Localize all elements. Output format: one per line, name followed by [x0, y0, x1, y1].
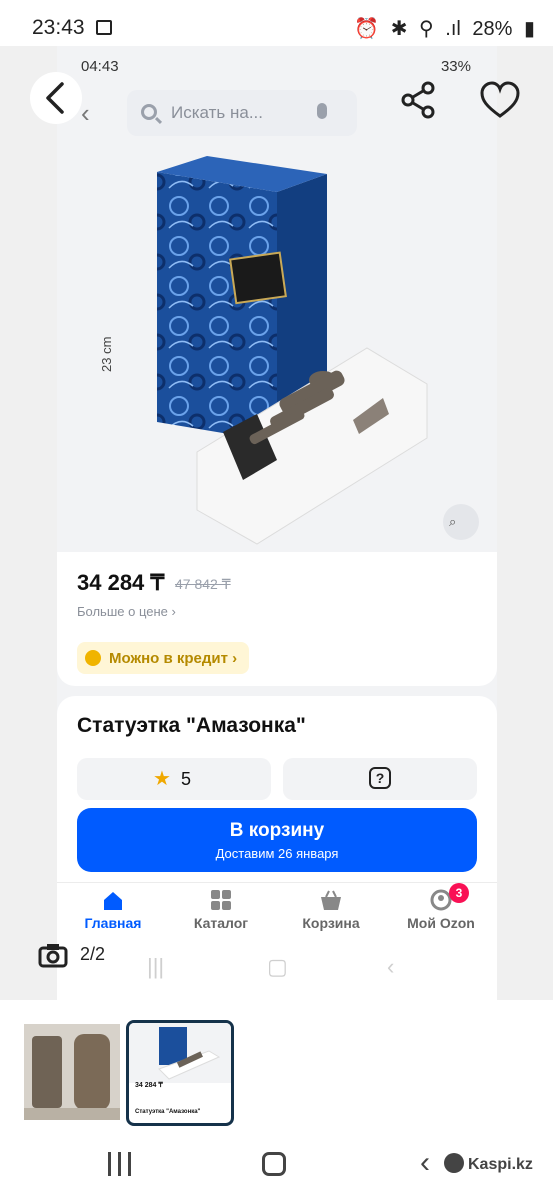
bluetooth-icon: ✱ — [390, 18, 408, 40]
rating-value: 5 — [181, 769, 192, 789]
question-icon: ? — [369, 767, 391, 789]
credit-label: Можно в кредит › — [109, 649, 238, 667]
favorite-button[interactable] — [476, 76, 524, 124]
thumbnail-price: 34 284 ₸ — [135, 1082, 163, 1089]
alarm-icon: ⏰ — [354, 18, 380, 40]
thumbnail-box-photo — [129, 1023, 231, 1083]
catalog-icon — [209, 889, 233, 911]
share-icon — [401, 81, 435, 119]
viewed-screenshot: 04:43 33% ‹ Искать на... 23 cm ⌕ 34 284 … — [57, 46, 497, 1000]
delivery-date-label: Доставим 26 января — [215, 846, 339, 861]
inner-recents-icon: ||| — [147, 954, 165, 979]
price-section: 34 284 ₸ 47 842 ₸ Больше о цене › Можно … — [57, 552, 497, 686]
inner-back-icon: ‹ — [81, 98, 90, 128]
more-about-price-link: Больше о цене › — [77, 604, 176, 619]
inner-status-time: 04:43 — [81, 58, 119, 75]
current-price: 34 284 ₸ — [77, 570, 165, 595]
status-icons: ⏰ ✱ ⚲ .ıl 28% ▮ — [348, 16, 535, 41]
system-back-button[interactable]: ‹ — [420, 1146, 430, 1180]
nav-label-catalog: Каталог — [193, 915, 249, 931]
nav-label-home: Главная — [84, 915, 142, 931]
nav-label-profile: Мой Ozon — [407, 915, 475, 931]
status-time: 23:43 — [32, 16, 85, 39]
credit-chip: Можно в кредит › — [77, 642, 250, 674]
location-icon: ⚲ — [419, 18, 434, 40]
kaspi-watermark: Kaspi.kz — [444, 1153, 533, 1174]
kaspi-logo-icon — [444, 1153, 464, 1173]
product-photo — [107, 156, 479, 545]
thumbnail-title: Статуэтка "Амазонка" — [135, 1109, 201, 1115]
home-button[interactable] — [262, 1152, 286, 1176]
nav-item-cart: Корзина — [281, 889, 381, 931]
chevron-left-icon — [46, 82, 64, 114]
inner-search-field: Искать на... — [127, 90, 357, 136]
signal-icon: .ıl — [445, 18, 461, 40]
thumbnail-statue-photo — [24, 1024, 120, 1120]
nav-item-profile: 3 Мой Ozon — [391, 883, 491, 931]
nav-label-cart: Корзина — [302, 915, 360, 931]
gallery-notification-icon — [96, 20, 112, 35]
heart-icon — [480, 81, 520, 118]
image-counter[interactable]: 2/2 — [24, 932, 124, 976]
inner-back-nav-icon: ‹ — [387, 954, 395, 979]
credit-icon — [85, 650, 101, 666]
system-navigation-bar: ‹ Kaspi.kz — [0, 1140, 553, 1200]
image-counter-text: 2/2 — [80, 944, 106, 964]
add-to-cart-label: В корзину — [229, 820, 325, 841]
camera-icon — [38, 944, 68, 968]
thumbnail-1[interactable] — [24, 1024, 120, 1120]
product-image: 23 cm ⌕ — [99, 152, 491, 552]
old-price: 47 842 ₸ — [175, 576, 231, 592]
home-icon — [101, 889, 125, 911]
image-search-icon: ⌕ — [449, 514, 457, 529]
search-icon — [141, 104, 157, 120]
questions-box: ? — [283, 758, 477, 800]
height-measure-label: 23 cm — [99, 336, 114, 372]
inner-battery-percent: 33% — [440, 58, 471, 75]
add-to-cart-button: В корзину Доставим 26 января — [77, 808, 477, 872]
share-button[interactable] — [394, 76, 442, 124]
thumbnail-strip: 34 284 ₸ Статуэтка "Амазонка" — [0, 1000, 553, 1140]
nav-item-catalog: Каталог — [171, 889, 271, 931]
star-icon: ★ — [153, 768, 171, 790]
nav-item-home: Главная — [63, 889, 163, 931]
recents-button[interactable] — [106, 1152, 134, 1176]
battery-percent: 28% — [472, 18, 513, 40]
microphone-icon — [317, 103, 327, 119]
back-button[interactable] — [30, 72, 82, 124]
rating-box: ★ 5 — [77, 758, 271, 800]
watermark-text: Kaspi.kz — [468, 1156, 533, 1173]
profile-badge: 3 — [449, 883, 469, 903]
thumbnail-2-selected[interactable]: 34 284 ₸ Статуэтка "Амазонка" — [126, 1020, 234, 1126]
inner-home-icon: ▢ — [267, 954, 288, 979]
battery-icon: ▮ — [523, 18, 535, 40]
product-title: Статуэтка "Амазонка" — [77, 714, 306, 737]
search-placeholder: Искать на... — [171, 103, 263, 122]
cart-icon — [319, 889, 343, 911]
